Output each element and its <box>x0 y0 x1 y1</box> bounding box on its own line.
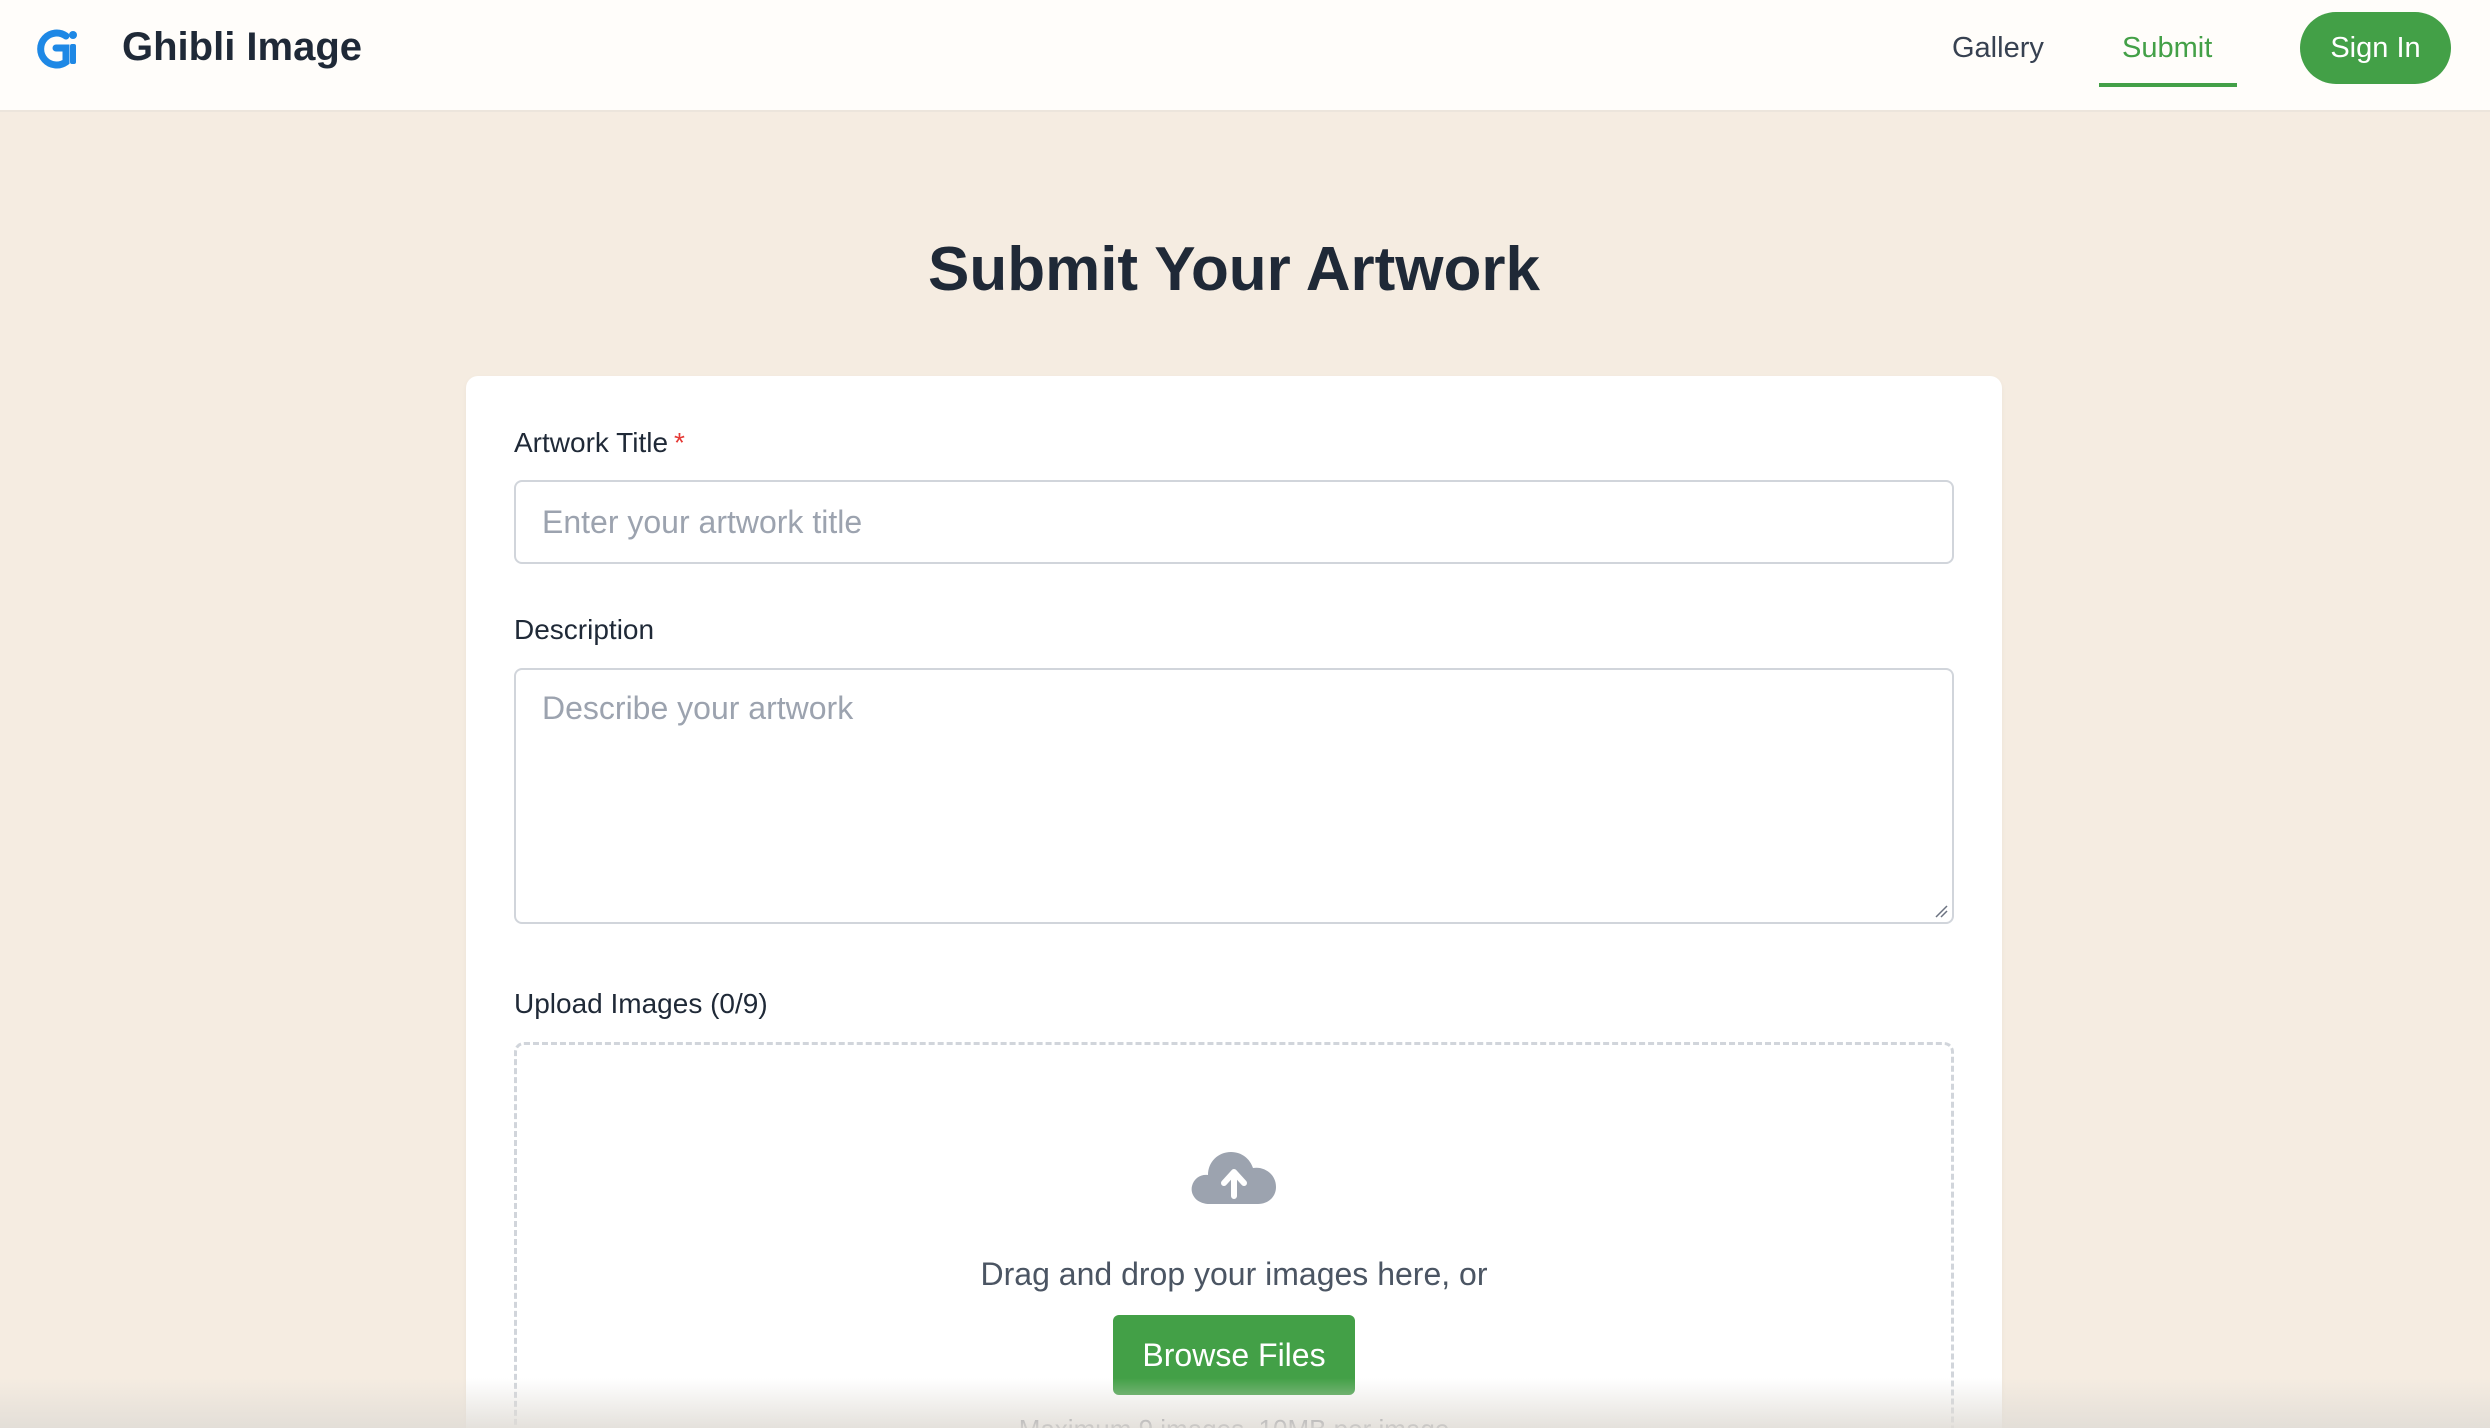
page-title: Submit Your Artwork <box>927 235 1540 304</box>
nav-submit-link[interactable]: Submit <box>2122 28 2212 68</box>
sign-in-button[interactable]: Sign In <box>2300 12 2451 84</box>
ghibli-g-logo-icon[interactable] <box>36 26 80 70</box>
top-navigation-bar: Ghibli Image Gallery Submit Sign In <box>0 0 2490 112</box>
required-marker: * <box>674 427 685 458</box>
upload-images-label: Upload Images (0/9) <box>514 988 768 1019</box>
description-label: Description <box>514 614 655 645</box>
browse-files-button[interactable]: Browse Files <box>1113 1315 1355 1395</box>
brand-name[interactable]: Ghibli Image <box>122 22 362 72</box>
cloud-upload-icon <box>1191 1152 1276 1204</box>
description-textarea[interactable]: Describe your artwork <box>514 668 1954 924</box>
description-placeholder: Describe your artwork <box>542 690 854 726</box>
active-nav-indicator <box>2099 83 2237 87</box>
drop-instructions: Drag and drop your images here, or <box>980 1256 1488 1292</box>
resize-handle-icon[interactable] <box>1934 904 1948 918</box>
artwork-title-placeholder: Enter your artwork title <box>542 504 863 540</box>
artwork-title-label: Artwork Title * <box>514 425 685 461</box>
artwork-title-input[interactable]: Enter your artwork title <box>514 480 1954 564</box>
nav-gallery-link[interactable]: Gallery <box>1952 28 2044 68</box>
artwork-title-label-text: Artwork Title <box>514 427 669 458</box>
upload-limit-text: Maximum 9 images, 10MB per image <box>0 1412 2468 1428</box>
